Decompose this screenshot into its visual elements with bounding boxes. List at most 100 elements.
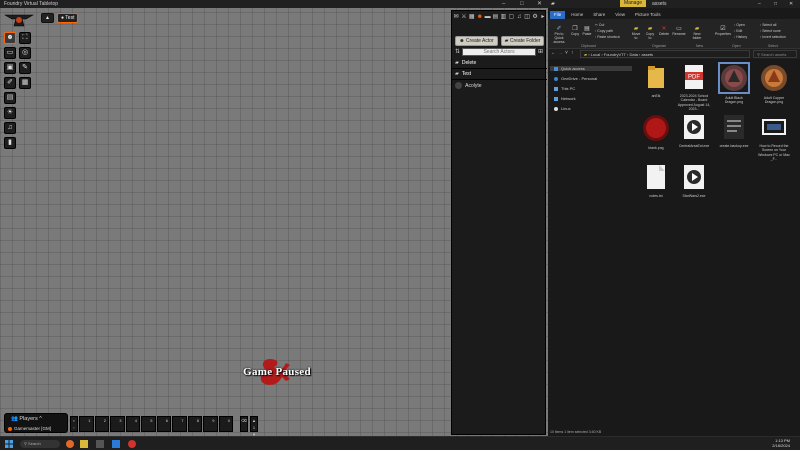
tab-file[interactable]: File [550, 11, 566, 19]
new-folder-button[interactable]: ▰ New folder [690, 25, 704, 40]
items-tab-icon[interactable]: ▬ [485, 12, 491, 22]
file-item[interactable]: PDF 2023-2024 School Calendar - Board Ap… [676, 64, 712, 112]
cut-button[interactable]: ✂ Cut [595, 23, 604, 27]
file-item[interactable]: How to Record the Screen on Your Windows… [756, 114, 792, 162]
hotbar-page[interactable]: ▲ 1 ▼ [250, 416, 258, 437]
collapse-folders-icon[interactable]: ⊞ [538, 48, 543, 57]
open-button[interactable]: ▫ Open [734, 23, 745, 27]
target-icon[interactable]: ◎ [19, 47, 31, 59]
file-explorer-icon[interactable] [80, 440, 88, 448]
file-item[interactable]: StarWars2.exe [676, 164, 712, 198]
copy-path-button[interactable]: ▫ Copy path [595, 29, 613, 33]
firefox-icon[interactable] [66, 440, 74, 448]
properties-button[interactable]: ☑ Properties [714, 25, 732, 36]
combat-tab-icon[interactable]: ⚔ [461, 12, 467, 22]
folder-test[interactable]: ▰ Test [452, 69, 547, 80]
nav-onedrive[interactable]: OneDrive - Personal [554, 76, 597, 81]
explorer-search-input[interactable]: ⚲ Search assets [753, 50, 797, 58]
maximize-icon[interactable]: □ [774, 0, 777, 8]
app-icon[interactable] [96, 440, 104, 448]
search-actors-input[interactable] [462, 48, 537, 56]
file-item[interactable]: anElk [638, 64, 674, 98]
sounds-icon[interactable]: ♫ [4, 122, 16, 134]
actors-tab-icon[interactable]: ☻ [477, 12, 483, 22]
create-folder-button[interactable]: ▰ Create Folder [501, 36, 544, 46]
ruler-icon[interactable]: ✎ [19, 62, 31, 74]
scene-tab-test[interactable]: ● Test [56, 13, 79, 23]
nav-linux[interactable]: Linux [554, 106, 571, 111]
file-item[interactable]: create-backup.exe [716, 114, 752, 148]
move-to-button[interactable]: ▰ Move to [630, 25, 642, 40]
macro-slot[interactable]: 9 [203, 416, 218, 432]
foundry-taskbar-icon[interactable] [128, 440, 136, 448]
hotbar-lock-icon[interactable]: ▪ ▫ [70, 416, 78, 432]
scene-nav-toggle[interactable]: ▲ [41, 13, 54, 23]
measure-icon[interactable]: ▭ [4, 47, 16, 59]
close-icon[interactable]: ✕ [537, 0, 542, 8]
up-arrow-icon[interactable]: ↑ [571, 50, 574, 56]
nav-quick-access[interactable]: Quick access [550, 66, 632, 71]
hotbar-clear-icon[interactable]: ⌫ [240, 416, 248, 432]
collapse-sidebar-icon[interactable]: ▸ [540, 12, 546, 22]
back-arrow-icon[interactable]: ← [551, 50, 556, 56]
tiles-icon[interactable]: ▣ [4, 62, 16, 74]
maximize-icon[interactable]: □ [520, 0, 524, 8]
foundry-logo[interactable] [4, 12, 34, 28]
address-path[interactable]: ▰ › Local › FoundryVTT › Data › assets [580, 50, 750, 58]
settings-tab-icon[interactable]: ⚙ [532, 12, 538, 22]
tab-picture-tools[interactable]: Picture Tools [631, 11, 665, 19]
macro-slot[interactable]: 5 [141, 416, 156, 432]
forward-arrow-icon[interactable]: → [558, 50, 563, 56]
nav-network[interactable]: Network [554, 96, 576, 101]
chat-tab-icon[interactable]: ✉ [453, 12, 459, 22]
tables-tab-icon[interactable]: ▥ [500, 12, 507, 22]
macro-slot[interactable]: 1 [79, 416, 94, 432]
manage-tab[interactable]: Manage [620, 0, 646, 7]
invert-selection-button[interactable]: ▫ Invert selection [760, 35, 786, 39]
compendium-tab-icon[interactable]: ◫ [524, 12, 530, 22]
macro-slot[interactable]: 0 [218, 416, 233, 432]
sort-icon[interactable]: ⇅ [455, 48, 460, 57]
grid-icon[interactable]: ▤ [4, 92, 16, 104]
notes-icon[interactable]: ▮ [4, 137, 16, 149]
taskbar-clock[interactable]: 1:13 PM 2/18/2024 [772, 438, 790, 448]
vscode-icon[interactable] [112, 440, 120, 448]
recent-dropdown-icon[interactable]: ˅ [565, 50, 568, 56]
taskbar-search[interactable]: ⚲ Search [20, 440, 60, 448]
pin-button[interactable]: ✐ Pin to Quick access [550, 25, 568, 44]
playlists-tab-icon[interactable]: ♫ [516, 12, 522, 22]
history-button[interactable]: ▫ History [734, 35, 747, 39]
nav-this-pc[interactable]: This PC [554, 86, 575, 91]
edit-button[interactable]: ▫ Edit [734, 29, 742, 33]
rename-button[interactable]: ▭ Rename [672, 25, 686, 36]
select-tokens-icon[interactable]: ⛶ [19, 32, 31, 44]
select-none-button[interactable]: ▫ Select none [760, 29, 781, 33]
minimize-icon[interactable]: – [502, 0, 505, 8]
delete-button[interactable]: ✕ Delete [658, 25, 670, 36]
token-controls-icon[interactable]: ☻ [4, 32, 16, 44]
drawing-icon[interactable]: ✐ [4, 77, 16, 89]
file-item[interactable]: blank.png [638, 114, 674, 150]
actor-entry[interactable]: Acolyte [455, 82, 482, 89]
file-item[interactable]: Adult Copper Dragon.png [756, 64, 792, 105]
tab-view[interactable]: View [611, 11, 629, 19]
close-icon[interactable]: ✕ [789, 0, 793, 8]
windows-start-icon[interactable] [5, 440, 13, 448]
file-item-selected[interactable]: Adult Black Dragon.png [716, 62, 752, 105]
cards-tab-icon[interactable]: ▢ [508, 12, 514, 22]
lighting-icon[interactable]: ☀ [4, 107, 16, 119]
paste-shortcut-button[interactable]: ▫ Paste shortcut [595, 35, 620, 39]
walls-icon[interactable]: ▦ [19, 77, 31, 89]
folder-delete[interactable]: ▰ Delete [452, 58, 547, 69]
tab-share[interactable]: Share [589, 11, 609, 19]
file-item[interactable]: CentralAreaExt.exe [676, 114, 712, 148]
macro-slot[interactable]: 7 [172, 416, 187, 432]
chevron-up-icon[interactable]: ^ [39, 416, 42, 422]
select-all-button[interactable]: ▫ Select all [760, 23, 776, 27]
macro-slot[interactable]: 4 [125, 416, 140, 432]
tab-home[interactable]: Home [567, 11, 587, 19]
minimize-icon[interactable]: – [758, 0, 761, 8]
macro-slot[interactable]: 8 [187, 416, 202, 432]
players-list[interactable]: 👥 Players ^ Gamemaster [GM] [4, 413, 68, 433]
create-actor-button[interactable]: ☻ Create Actor [455, 36, 498, 46]
